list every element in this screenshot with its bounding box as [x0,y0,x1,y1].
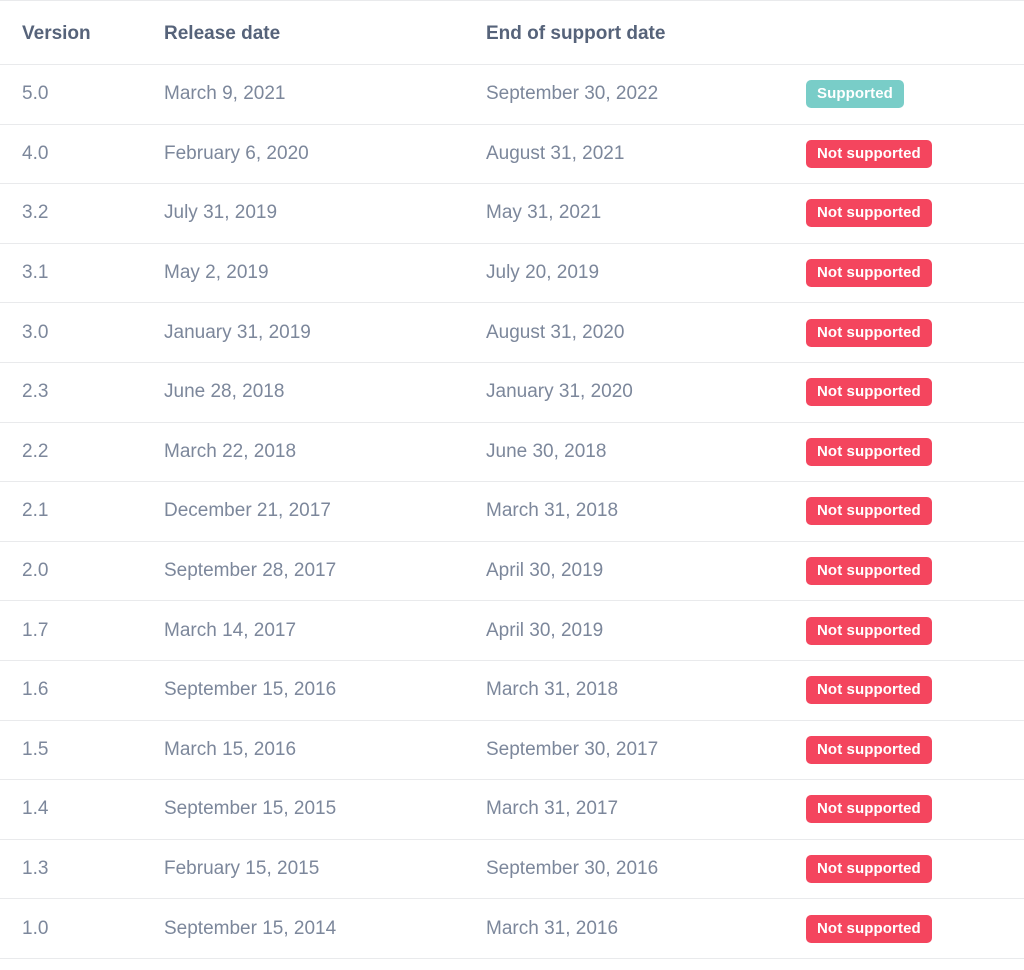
cell-version: 1.4 [0,779,164,840]
table-row: 1.6 September 15, 2016 March 31, 2018 Not s… [0,660,1024,721]
cell-status: Not supported [806,302,1024,363]
cell-release-date: March 22, 2018 [164,422,486,483]
cell-status: Not supported [806,183,1024,244]
table-row: 2.0 September 28, 2017 April 30, 2019 Not s… [0,541,1024,602]
cell-version: 2.2 [0,422,164,483]
cell-end-of-support-date: July 20, 2019 [486,243,806,304]
table-row: 2.2 March 22, 2018 June 30, 2018 Not suppor… [0,422,1024,483]
cell-release-date: September 15, 2014 [164,898,486,959]
table-row: 3.1 May 2, 2019 July 20, 2019 Not supported [0,243,1024,304]
cell-version: 1.7 [0,600,164,661]
cell-release-date: May 2, 2019 [164,243,486,304]
cell-version: 4.0 [0,124,164,185]
cell-version: 5.0 [0,64,164,125]
cell-status: Not supported [806,362,1024,423]
cell-release-date: June 28, 2018 [164,362,486,423]
status-badge-not-supported: Not supported [806,497,932,526]
cell-release-date: September 28, 2017 [164,541,486,602]
version-support-table: Version Release date End of support date… [0,0,1024,959]
cell-end-of-support-date: March 31, 2016 [486,898,806,959]
table-header: Version Release date End of support date [0,0,1024,65]
cell-status: Not supported [806,600,1024,661]
cell-end-of-support-date: March 31, 2017 [486,779,806,840]
table-row: 3.2 July 31, 2019 May 31, 2021 Not supporte… [0,183,1024,244]
table-row: 3.0 January 31, 2019 August 31, 2020 Not su… [0,302,1024,363]
version-support-page: Version Release date End of support date… [0,0,1024,970]
cell-release-date: December 21, 2017 [164,481,486,542]
status-badge-not-supported: Not supported [806,437,932,466]
cell-status: Not supported [806,243,1024,304]
status-badge-not-supported: Not supported [806,199,932,228]
cell-release-date: March 15, 2016 [164,720,486,781]
cell-end-of-support-date: March 31, 2018 [486,660,806,721]
column-header-status [806,0,1024,65]
cell-end-of-support-date: June 30, 2018 [486,422,806,483]
cell-end-of-support-date: April 30, 2019 [486,600,806,661]
cell-end-of-support-date: January 31, 2020 [486,362,806,423]
table-row: 4.0 February 6, 2020 August 31, 2021 Not su… [0,124,1024,185]
cell-version: 2.1 [0,481,164,542]
table-row: 1.4 September 15, 2015 March 31, 2017 Not s… [0,779,1024,840]
cell-version: 1.0 [0,898,164,959]
status-badge-not-supported: Not supported [806,378,932,407]
status-badge-not-supported: Not supported [806,855,932,884]
column-header-end-of-support-date: End of support date [486,0,806,65]
cell-end-of-support-date: September 30, 2022 [486,64,806,125]
table-row: 1.7 March 14, 2017 April 30, 2019 Not suppo… [0,600,1024,661]
cell-version: 1.3 [0,839,164,900]
cell-end-of-support-date: August 31, 2021 [486,124,806,185]
cell-version: 3.2 [0,183,164,244]
status-badge-not-supported: Not supported [806,676,932,705]
cell-release-date: March 9, 2021 [164,64,486,125]
cell-version: 2.0 [0,541,164,602]
cell-status: Not supported [806,839,1024,900]
status-badge-not-supported: Not supported [806,735,932,764]
cell-status: Not supported [806,481,1024,542]
status-badge-not-supported: Not supported [806,914,932,943]
cell-release-date: July 31, 2019 [164,183,486,244]
cell-status: Supported [806,64,1024,125]
cell-end-of-support-date: September 30, 2017 [486,720,806,781]
cell-status: Not supported [806,898,1024,959]
cell-end-of-support-date: April 30, 2019 [486,541,806,602]
cell-version: 1.5 [0,720,164,781]
cell-version: 3.0 [0,302,164,363]
status-badge-not-supported: Not supported [806,616,932,645]
cell-status: Not supported [806,422,1024,483]
cell-status: Not supported [806,660,1024,721]
cell-version: 3.1 [0,243,164,304]
cell-end-of-support-date: March 31, 2018 [486,481,806,542]
cell-status: Not supported [806,720,1024,781]
cell-end-of-support-date: August 31, 2020 [486,302,806,363]
status-badge-supported: Supported [806,80,904,109]
table-row: 2.1 December 21, 2017 March 31, 2018 Not su… [0,481,1024,542]
status-badge-not-supported: Not supported [806,259,932,288]
cell-release-date: March 14, 2017 [164,600,486,661]
cell-release-date: February 15, 2015 [164,839,486,900]
cell-end-of-support-date: May 31, 2021 [486,183,806,244]
table-header-row: Version Release date End of support date [0,0,1024,65]
table-row: 1.0 September 15, 2014 March 31, 2016 Not s… [0,898,1024,959]
cell-status: Not supported [806,541,1024,602]
status-badge-not-supported: Not supported [806,139,932,168]
cell-version: 1.6 [0,660,164,721]
table-body: 5.0 March 9, 2021 September 30, 2022 Suppor… [0,64,1024,959]
column-header-release-date: Release date [164,0,486,65]
cell-release-date: September 15, 2015 [164,779,486,840]
table-row: 1.3 February 15, 2015 September 30, 2016 No… [0,839,1024,900]
status-badge-not-supported: Not supported [806,318,932,347]
table-row: 1.5 March 15, 2016 September 30, 2017 Not s… [0,720,1024,781]
status-badge-not-supported: Not supported [806,557,932,586]
status-badge-not-supported: Not supported [806,795,932,824]
table-row: 2.3 June 28, 2018 January 31, 2020 Not supp… [0,362,1024,423]
cell-release-date: February 6, 2020 [164,124,486,185]
column-header-version: Version [0,0,164,65]
cell-status: Not supported [806,779,1024,840]
cell-release-date: January 31, 2019 [164,302,486,363]
cell-version: 2.3 [0,362,164,423]
cell-end-of-support-date: September 30, 2016 [486,839,806,900]
cell-status: Not supported [806,124,1024,185]
table-row: 5.0 March 9, 2021 September 30, 2022 Suppor… [0,64,1024,125]
cell-release-date: September 15, 2016 [164,660,486,721]
